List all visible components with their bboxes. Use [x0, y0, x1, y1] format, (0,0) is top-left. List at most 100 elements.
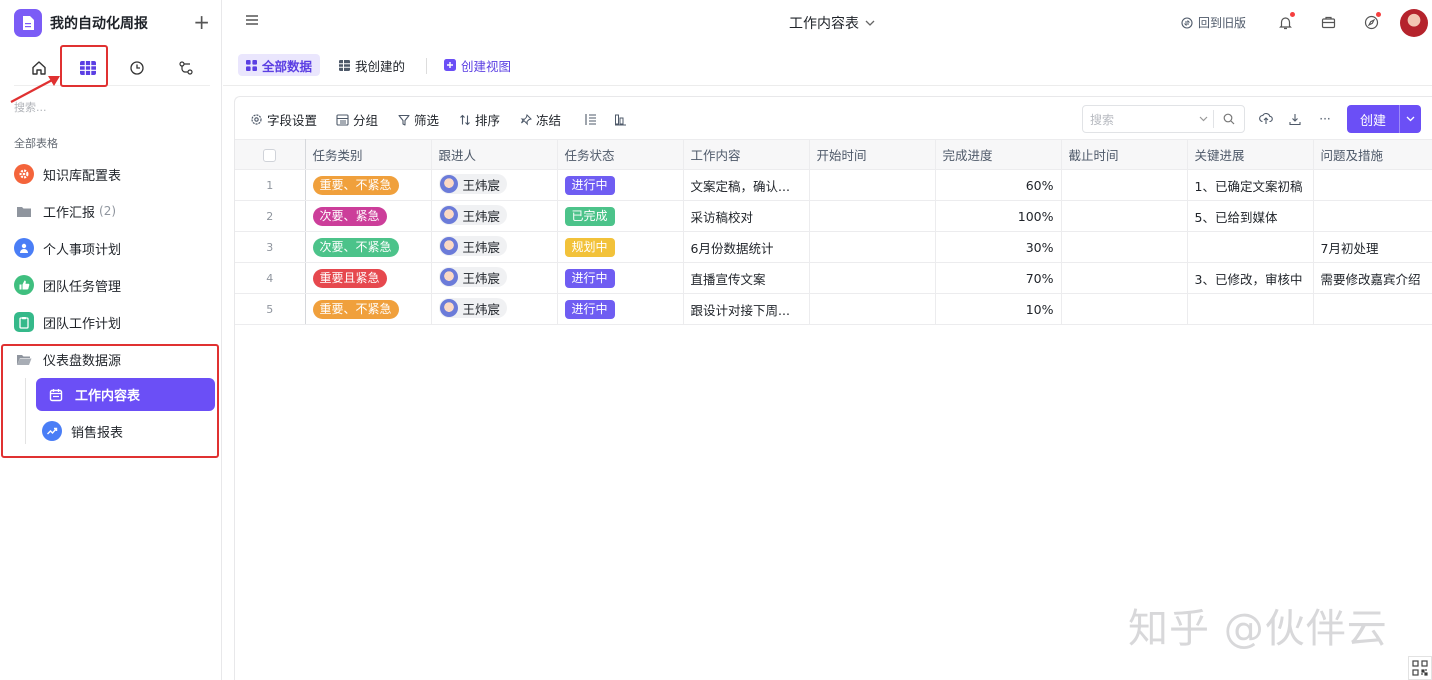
key-progress-cell[interactable]: 5、已给到媒体: [1187, 200, 1314, 232]
field-settings-button[interactable]: 字段设置: [250, 110, 317, 129]
start-cell[interactable]: [809, 231, 936, 263]
tab-mine[interactable]: 我创建的: [331, 54, 413, 76]
sort-button[interactable]: 排序: [459, 110, 500, 129]
user-avatar[interactable]: [1400, 9, 1428, 37]
issue-cell[interactable]: [1313, 200, 1432, 232]
status-cell[interactable]: 规划中: [557, 231, 684, 263]
content-cell[interactable]: 6月份数据统计: [683, 231, 810, 263]
status-cell[interactable]: 已完成: [557, 200, 684, 232]
start-cell[interactable]: [809, 169, 936, 201]
deadline-cell[interactable]: [1061, 293, 1188, 325]
sidebar-item-team-plan[interactable]: 团队工作计划: [10, 307, 216, 337]
table-row[interactable]: 1 重要、不紧急 王炜宸 进行中 文案定稿，确认... 60% 1、已确定文案初…: [235, 169, 1432, 201]
menu-icon[interactable]: [245, 14, 259, 30]
status-cell[interactable]: 进行中: [557, 262, 684, 294]
sidebar-search-input[interactable]: 搜索...: [14, 99, 47, 115]
column-header[interactable]: 任务类别: [305, 139, 432, 170]
table-row[interactable]: 2 次要、紧急 王炜宸 已完成 采访稿校对 100% 5、已给到媒体: [235, 200, 1432, 232]
column-header[interactable]: 问题及措施: [1313, 139, 1432, 170]
column-header[interactable]: 完成进度: [935, 139, 1062, 170]
tab-all-data[interactable]: 全部数据: [238, 54, 321, 76]
content-cell[interactable]: 直播宣传文案: [683, 262, 810, 294]
old-version-button[interactable]: 回到旧版: [1181, 14, 1246, 31]
progress-cell[interactable]: 70%: [935, 262, 1062, 294]
content-cell[interactable]: 文案定稿，确认...: [683, 169, 810, 201]
progress-cell[interactable]: 60%: [935, 169, 1062, 201]
issue-cell[interactable]: 需要修改嘉宾介绍: [1313, 262, 1432, 294]
doc-title-dropdown[interactable]: 工作内容表: [789, 13, 875, 33]
progress-cell[interactable]: 10%: [935, 293, 1062, 325]
table-row[interactable]: 4 重要且紧急 王炜宸 进行中 直播宣传文案 70% 3、已修改，审核中 需要修…: [235, 262, 1432, 294]
highlight-box-tab: [60, 45, 108, 87]
issue-cell[interactable]: [1313, 169, 1432, 201]
workflow-tab[interactable]: [169, 53, 203, 83]
bell-icon[interactable]: [1275, 12, 1295, 32]
progress-cell[interactable]: 100%: [935, 200, 1062, 232]
category-cell[interactable]: 次要、紧急: [305, 200, 432, 232]
start-cell[interactable]: [809, 200, 936, 232]
table-row[interactable]: 3 次要、不紧急 王炜宸 规划中 6月份数据统计 30% 7月初处理: [235, 231, 1432, 263]
history-tab[interactable]: [120, 53, 154, 83]
download-icon[interactable]: [1285, 109, 1305, 129]
qr-code-icon[interactable]: [1408, 656, 1432, 680]
freeze-button[interactable]: 冻结: [520, 110, 561, 129]
row-height-icon[interactable]: [580, 109, 600, 129]
column-header[interactable]: 开始时间: [809, 139, 936, 170]
person-cell[interactable]: 王炜宸: [431, 231, 558, 263]
status-cell[interactable]: 进行中: [557, 293, 684, 325]
category-cell[interactable]: 重要且紧急: [305, 262, 432, 294]
deadline-cell[interactable]: [1061, 169, 1188, 201]
start-cell[interactable]: [809, 262, 936, 294]
person-cell[interactable]: 王炜宸: [431, 200, 558, 232]
column-header[interactable]: 跟进人: [431, 139, 558, 170]
chevron-down-icon[interactable]: [1400, 114, 1421, 125]
deadline-cell[interactable]: [1061, 231, 1188, 263]
deadline-cell[interactable]: [1061, 200, 1188, 232]
sidebar-item-team-tasks[interactable]: 团队任务管理: [10, 270, 216, 300]
more-icon[interactable]: ···: [1315, 109, 1335, 129]
column-header[interactable]: 关键进展: [1187, 139, 1314, 170]
category-cell[interactable]: 次要、不紧急: [305, 231, 432, 263]
chevron-down-icon[interactable]: [1193, 114, 1213, 125]
key-progress-cell[interactable]: 1、已确定文案初稿: [1187, 169, 1314, 201]
key-progress-cell[interactable]: 3、已修改，审核中: [1187, 262, 1314, 294]
create-view-button[interactable]: 创建视图: [436, 54, 519, 76]
person-cell[interactable]: 王炜宸: [431, 293, 558, 325]
chevron-down-icon: [865, 20, 875, 26]
start-cell[interactable]: [809, 293, 936, 325]
deadline-cell[interactable]: [1061, 262, 1188, 294]
filter-button[interactable]: 筛选: [398, 110, 439, 129]
search-icon[interactable]: [1214, 113, 1244, 125]
column-stats-icon[interactable]: [610, 109, 630, 129]
person-cell[interactable]: 王炜宸: [431, 262, 558, 294]
checkbox[interactable]: [263, 149, 277, 162]
compass-icon[interactable]: [1361, 12, 1381, 32]
create-button[interactable]: 创建: [1347, 105, 1421, 133]
table-row[interactable]: 5 重要、不紧急 王炜宸 进行中 跟设计对接下周... 10%: [235, 293, 1432, 325]
briefcase-icon[interactable]: [1318, 12, 1338, 32]
column-header[interactable]: 任务状态: [557, 139, 684, 170]
sidebar-item-personal-plan[interactable]: 个人事项计划: [10, 233, 216, 263]
category-cell[interactable]: 重要、不紧急: [305, 293, 432, 325]
key-progress-cell[interactable]: [1187, 231, 1314, 263]
issue-cell[interactable]: [1313, 293, 1432, 325]
select-all-checkbox[interactable]: [235, 139, 306, 170]
key-progress-cell[interactable]: [1187, 293, 1314, 325]
content-cell[interactable]: 跟设计对接下周...: [683, 293, 810, 325]
status-cell[interactable]: 进行中: [557, 169, 684, 201]
content-cell[interactable]: 采访稿校对: [683, 200, 810, 232]
group-button[interactable]: 分组: [336, 110, 378, 129]
upload-icon[interactable]: [1256, 109, 1276, 129]
sidebar-item-work-report[interactable]: 工作汇报 (2): [10, 196, 216, 226]
column-header[interactable]: 截止时间: [1061, 139, 1188, 170]
person-cell[interactable]: 王炜宸: [431, 169, 558, 201]
add-button[interactable]: +: [193, 10, 210, 34]
sidebar-item-knowledge-config[interactable]: 知识库配置表: [10, 159, 216, 189]
issue-cell[interactable]: 7月初处理: [1313, 231, 1432, 263]
column-header[interactable]: 工作内容: [683, 139, 810, 170]
grid-view-icon: [246, 59, 257, 71]
progress-cell[interactable]: 30%: [935, 231, 1062, 263]
table-search-input[interactable]: 搜索: [1082, 105, 1245, 133]
category-cell[interactable]: 重要、不紧急: [305, 169, 432, 201]
filter-icon: [398, 114, 410, 126]
